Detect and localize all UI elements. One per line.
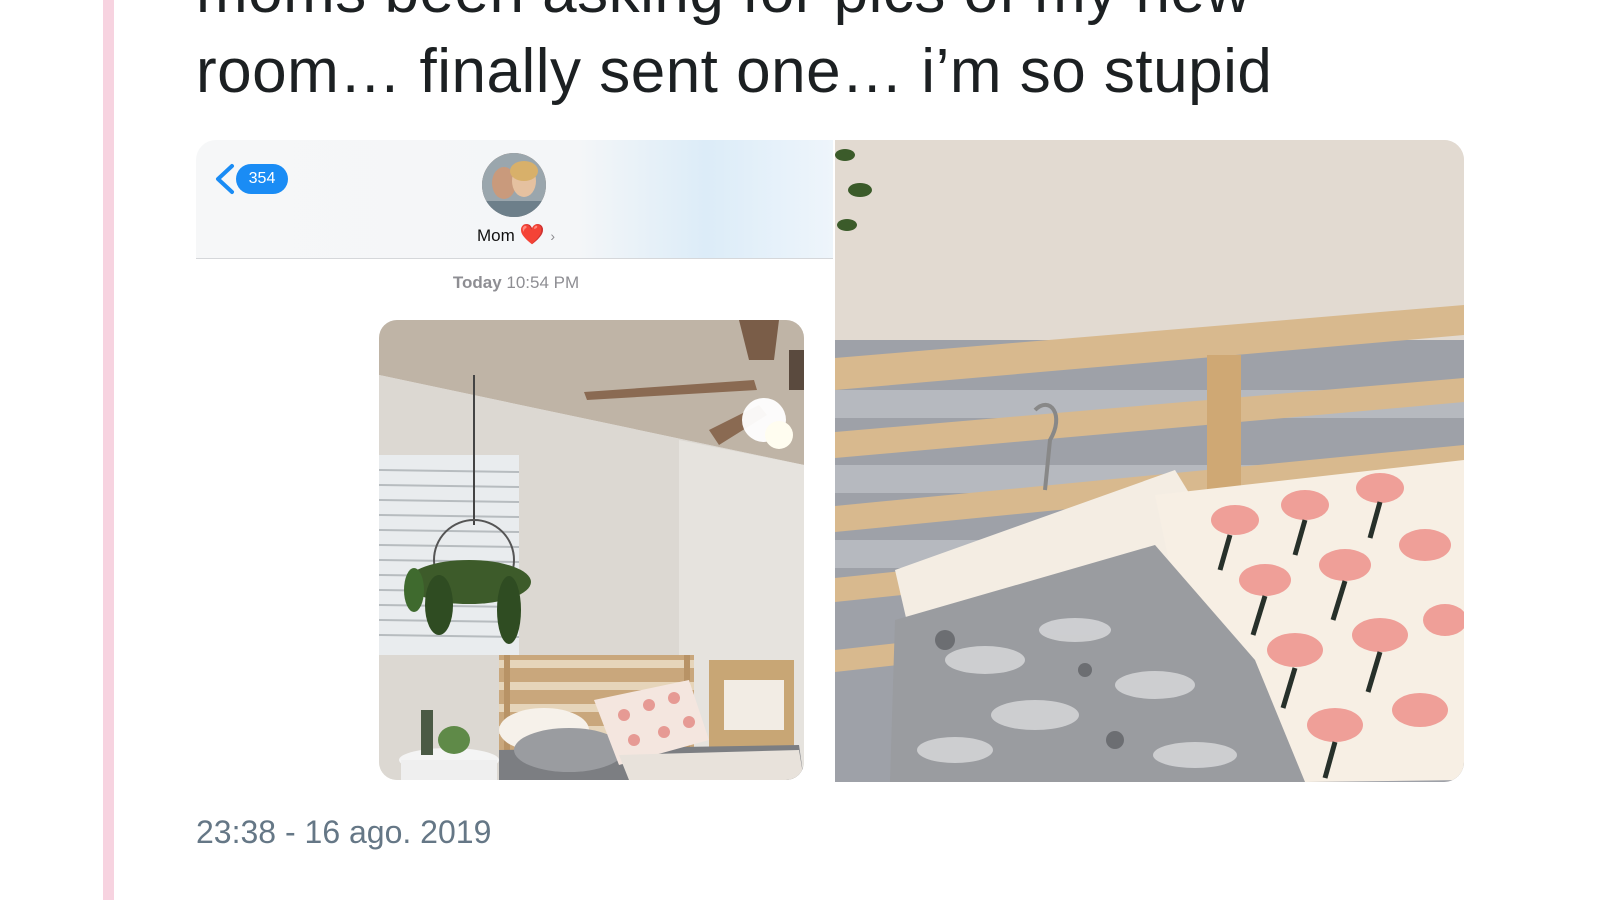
back-chevron-icon <box>216 164 234 194</box>
tweet-page: moms been asking for pics of my new room… <box>0 0 1599 900</box>
avatar-photo <box>482 153 546 217</box>
contact-name-label: Mom <box>476 226 515 245</box>
contact-avatar <box>482 153 546 217</box>
imessage-header: 354 Mom ❤️ › <box>196 140 833 259</box>
message-timestamp: Today 10:54 PM <box>396 273 636 293</box>
chevron-right-icon: › <box>550 228 556 244</box>
contact-name[interactable]: Mom ❤️ › <box>446 222 586 247</box>
tweet-text-line-2: room… finally sent one… i’m so stupid <box>196 37 1273 106</box>
message-clock: 10:54 PM <box>506 273 580 292</box>
media-imessage-screenshot[interactable]: 354 Mom ❤️ › Today 10:54 PM <box>196 140 833 782</box>
unread-count-badge: 354 <box>236 164 288 194</box>
thread-rail <box>103 0 114 900</box>
bed-closeup-photo <box>835 140 1464 782</box>
message-photo-bedroom[interactable] <box>379 320 804 780</box>
bedroom-photo <box>379 320 804 780</box>
tweet-timestamp[interactable]: 23:38 - 16 ago. 2019 <box>196 814 491 851</box>
tweet-text: moms been asking for pics of my new room… <box>196 0 1496 112</box>
tweet-text-line-1: moms been asking for pics of my new <box>196 0 1496 32</box>
message-day: Today <box>452 273 502 292</box>
media-bed-closeup[interactable] <box>835 140 1464 782</box>
heart-icon: ❤️ <box>519 224 545 246</box>
